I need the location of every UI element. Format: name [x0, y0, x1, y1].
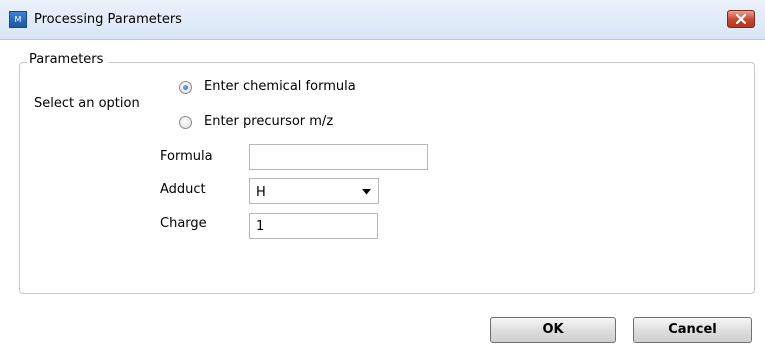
- window-title: Processing Parameters: [34, 12, 182, 27]
- radio-chemical-formula[interactable]: [179, 81, 192, 94]
- charge-field[interactable]: 1: [249, 213, 378, 239]
- adduct-label: Adduct: [160, 182, 206, 197]
- select-option-label: Select an option: [34, 96, 140, 111]
- ok-button[interactable]: OK: [490, 317, 616, 343]
- cancel-button[interactable]: Cancel: [633, 317, 752, 343]
- adduct-dropdown[interactable]: H: [249, 178, 379, 204]
- formula-label: Formula: [160, 149, 213, 164]
- close-icon: [736, 14, 746, 24]
- formula-field[interactable]: [249, 144, 428, 170]
- title-bar: M Processing Parameters: [0, 0, 765, 40]
- dialog-client-area: Parameters Select an option Enter chemic…: [9, 40, 760, 360]
- chevron-down-icon: [362, 189, 371, 195]
- adduct-value: H: [256, 185, 266, 200]
- radio-precursor-mz[interactable]: [179, 116, 192, 129]
- close-button[interactable]: [727, 10, 755, 28]
- radio-chemical-formula-label[interactable]: Enter chemical formula: [204, 79, 356, 94]
- charge-label: Charge: [160, 216, 207, 231]
- radio-precursor-mz-label[interactable]: Enter precursor m/z: [204, 114, 333, 129]
- app-icon: M: [9, 11, 27, 28]
- parameters-legend: Parameters: [27, 52, 109, 67]
